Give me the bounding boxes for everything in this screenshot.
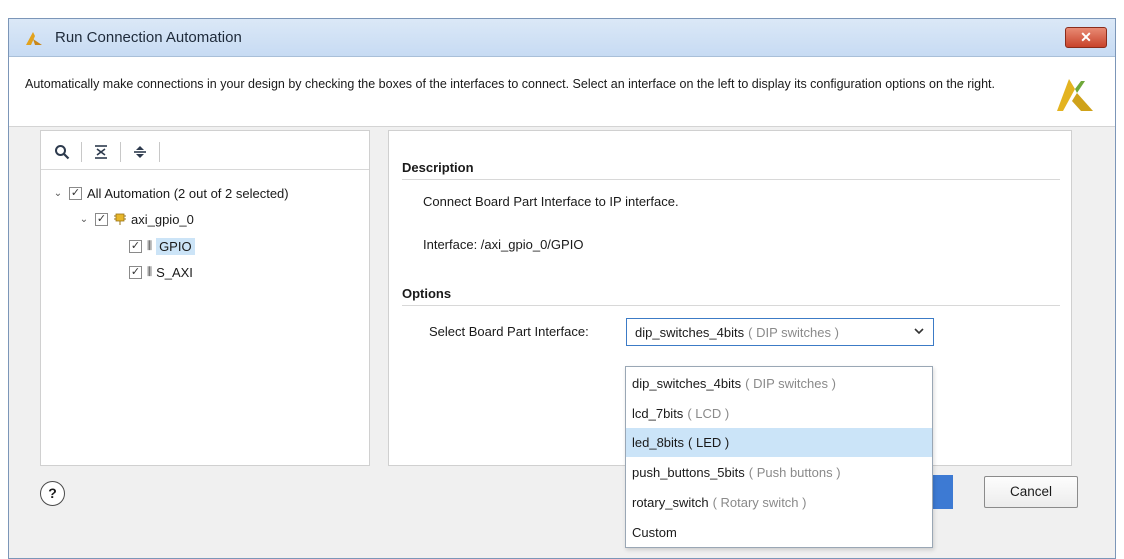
tree-item-all-automation[interactable]: ⌄ ✓ All Automation (2 out of 2 selected) [51,182,289,204]
chevron-down-icon[interactable]: ⌄ [77,214,91,225]
interface-tree-panel: ⌄ ✓ All Automation (2 out of 2 selected)… [40,130,370,466]
section-divider [402,305,1060,306]
option-name: rotary_switch [632,495,709,510]
dropdown-option[interactable]: dip_switches_4bits ( DIP switches ) [626,369,932,398]
option-desc: ( Rotary switch ) [712,495,807,510]
checkbox-gpio[interactable]: ✓ [129,239,142,253]
ip-block-icon [114,213,126,225]
tree-item-label: S_AXI [156,264,193,280]
toolbar-separator [159,142,160,162]
option-desc: ( DIP switches ) [745,376,836,391]
checkbox-s-axi[interactable]: ✓ [129,265,142,279]
dropdown-option-highlighted[interactable]: led_8bits ( LED ) [626,428,932,457]
interface-path-text: Interface: /axi_gpio_0/GPIO [423,237,584,252]
option-desc: ( Push buttons ) [748,465,841,480]
toolbar-separator [120,142,121,162]
xilinx-logo-icon [1057,79,1093,111]
option-desc: ( LED ) [688,435,730,450]
tree-item-label: GPIO [156,237,195,255]
dropdown-option[interactable]: Custom [626,518,932,547]
toolbar-divider [41,169,369,170]
description-text: Connect Board Part Interface to IP inter… [423,194,679,209]
collapse-all-icon[interactable] [90,141,112,163]
tree-item-axi-gpio[interactable]: ⌄ ✓ axi_gpio_0 [77,208,194,230]
help-button[interactable]: ? [40,481,65,506]
option-name: dip_switches_4bits [632,376,742,391]
select-value-desc: ( DIP switches ) [748,324,839,340]
option-name: lcd_7bits [632,406,684,421]
dropdown-option[interactable]: push_buttons_5bits ( Push buttons ) [626,458,932,487]
interface-port-icon: ⫼ [147,265,153,278]
section-divider [402,179,1060,180]
select-label: Select Board Part Interface: [429,324,589,339]
option-name: Custom [632,525,677,540]
board-part-interface-select[interactable]: dip_switches_4bits ( DIP switches ) [626,318,934,346]
tree-item-label: All Automation (2 out of 2 selected) [87,185,289,201]
checkbox-axi-gpio[interactable]: ✓ [95,212,108,226]
tree-item-s-axi[interactable]: ✓ ⫼ S_AXI [125,261,193,283]
title-bar[interactable]: Run Connection Automation ✕ [9,19,1115,57]
description-heading: Description [402,160,474,175]
window-title: Run Connection Automation [55,29,242,46]
cancel-button[interactable]: Cancel [984,476,1078,508]
tree-item-label: axi_gpio_0 [131,211,194,227]
tree-toolbar [51,139,168,165]
close-button[interactable]: ✕ [1065,27,1107,48]
option-name: push_buttons_5bits [632,465,745,480]
checkbox-all-automation[interactable]: ✓ [69,186,82,200]
chevron-down-icon[interactable]: ⌄ [51,188,65,199]
chevron-down-icon[interactable] [913,325,925,337]
option-desc: ( LCD ) [687,406,730,421]
option-name: led_8bits [632,435,685,450]
dropdown-option[interactable]: lcd_7bits ( LCD ) [626,399,932,428]
expand-all-icon[interactable] [129,141,151,163]
interface-port-icon: ⫼ [147,239,153,252]
board-part-dropdown-list: dip_switches_4bits ( DIP switches ) lcd_… [625,366,933,548]
tree-item-gpio[interactable]: ✓ ⫼ GPIO [125,235,195,257]
dropdown-option[interactable]: rotary_switch ( Rotary switch ) [626,488,932,517]
header-banner: Automatically make connections in your d… [9,57,1115,127]
vivado-logo-icon [26,32,42,45]
toolbar-separator [81,142,82,162]
search-icon[interactable] [51,141,73,163]
ok-button[interactable] [933,475,953,509]
instructions-text: Automatically make connections in your d… [25,77,996,91]
options-heading: Options [402,286,452,301]
select-value-name: dip_switches_4bits [635,324,745,340]
